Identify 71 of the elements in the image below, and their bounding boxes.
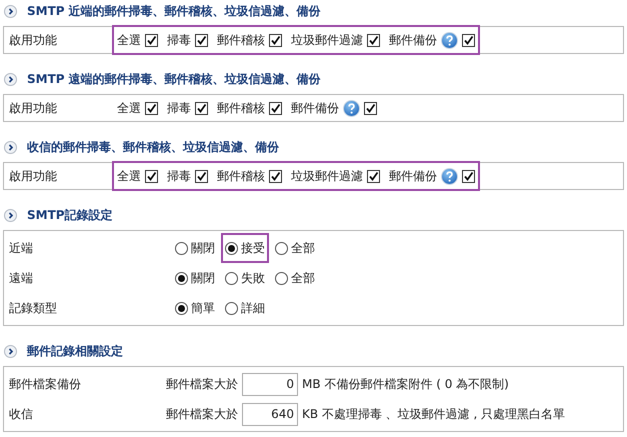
checkbox[interactable] — [269, 102, 282, 114]
number-field[interactable]: 0 — [242, 372, 298, 396]
bullet-icon — [4, 4, 17, 18]
radio-button[interactable] — [225, 302, 238, 314]
option-label: 垃圾郵件過濾 — [291, 32, 363, 49]
row-label: 啟用功能 — [8, 100, 58, 117]
checkbox[interactable] — [269, 34, 282, 46]
radio-button[interactable] — [225, 272, 238, 284]
row-label: 遠端 — [8, 270, 34, 287]
row-label: 近端 — [8, 240, 34, 257]
option-label: 郵件稽核 — [217, 168, 265, 185]
option-label: 全部 — [291, 270, 315, 287]
option-label: 郵件備份 — [389, 32, 437, 49]
option-label: 全選 — [117, 100, 141, 117]
option-label: 全部 — [291, 240, 315, 257]
checkbox[interactable] — [462, 34, 475, 46]
section-title: SMTP 遠端的郵件掃毒、郵件稽核、垃圾信過濾、備份 — [27, 71, 321, 88]
option-label: 掃毒 — [167, 168, 191, 185]
radio-button[interactable] — [175, 272, 188, 284]
field-prefix: 郵件檔案大於 — [166, 406, 238, 423]
checkbox[interactable] — [269, 170, 282, 182]
checkbox[interactable] — [367, 170, 380, 182]
option-label: 郵件稽核 — [217, 32, 265, 49]
bullet-icon — [4, 72, 17, 86]
checkbox[interactable] — [367, 34, 380, 46]
option-label: 郵件備份 — [291, 100, 339, 117]
option-label: 關閉 — [191, 240, 215, 257]
section-title: 郵件記錄相關設定 — [27, 343, 123, 360]
checkbox[interactable] — [145, 170, 158, 182]
option-label: 郵件稽核 — [217, 100, 265, 117]
checkbox[interactable] — [195, 102, 208, 114]
checkbox[interactable] — [364, 102, 377, 114]
section-title: 收信的郵件掃毒、郵件稽核、垃圾信過濾、備份 — [27, 139, 279, 156]
number-field[interactable]: 640 — [242, 402, 298, 426]
checkbox[interactable] — [145, 34, 158, 46]
help-icon[interactable] — [441, 168, 458, 184]
help-icon[interactable] — [343, 100, 360, 116]
help-icon[interactable] — [441, 32, 458, 48]
field-suffix: KB 不處理掃毒 、垃圾郵件過濾 , 只處理黑白名單 — [302, 406, 566, 423]
row-label: 郵件檔案備份 — [8, 376, 82, 393]
checkbox[interactable] — [462, 170, 475, 182]
option-label: 郵件備份 — [389, 168, 437, 185]
row-label: 記錄類型 — [8, 300, 58, 317]
option-label: 全選 — [117, 168, 141, 185]
row-label: 啟用功能 — [8, 32, 58, 49]
option-label: 簡單 — [191, 300, 215, 317]
bullet-icon — [4, 344, 17, 358]
row-label: 啟用功能 — [8, 168, 58, 185]
radio-button[interactable] — [175, 302, 188, 314]
option-label: 詳細 — [241, 300, 265, 317]
option-label: 接受 — [241, 240, 265, 257]
option-label: 關閉 — [191, 270, 215, 287]
option-label: 掃毒 — [167, 32, 191, 49]
option-label: 掃毒 — [167, 100, 191, 117]
field-prefix: 郵件檔案大於 — [166, 376, 238, 393]
option-label: 失敗 — [241, 270, 265, 287]
radio-button[interactable] — [225, 242, 238, 254]
section-title: SMTP 近端的郵件掃毒、郵件稽核、垃圾信過濾、備份 — [27, 3, 321, 20]
option-label: 全選 — [117, 32, 141, 49]
radio-button[interactable] — [275, 272, 288, 284]
bullet-icon — [4, 208, 17, 222]
bullet-icon — [4, 140, 17, 154]
radio-button[interactable] — [275, 242, 288, 254]
section-title: SMTP記錄設定 — [27, 207, 113, 224]
field-suffix: MB 不備份郵件檔案附件 ( 0 為不限制) — [302, 376, 509, 393]
checkbox[interactable] — [145, 102, 158, 114]
checkbox[interactable] — [195, 170, 208, 182]
checkbox[interactable] — [195, 34, 208, 46]
option-label: 垃圾郵件過濾 — [291, 168, 363, 185]
row-label: 收信 — [8, 406, 34, 423]
radio-button[interactable] — [175, 242, 188, 254]
